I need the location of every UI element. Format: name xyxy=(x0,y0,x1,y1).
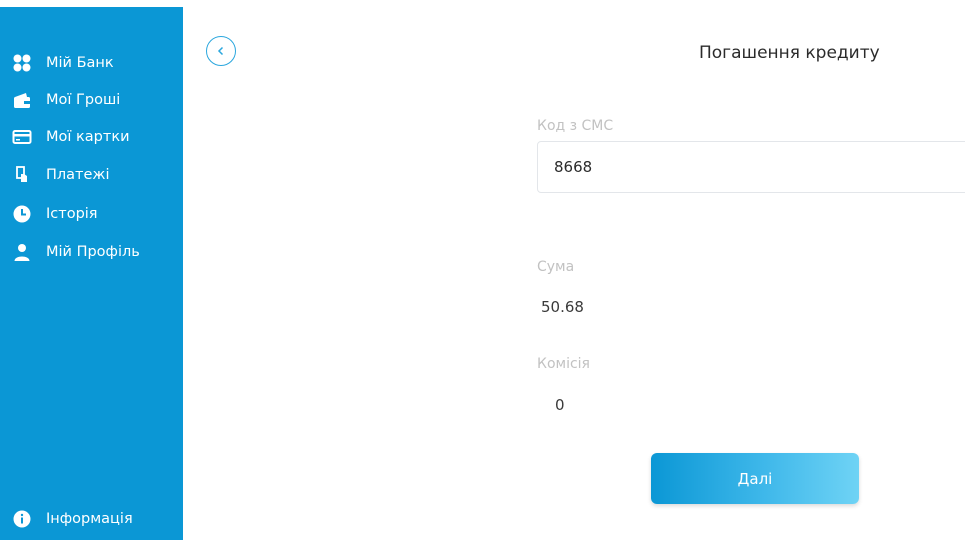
sms-code-label: Код з СМС xyxy=(537,118,614,134)
sidebar-item-label: Історія xyxy=(46,206,98,222)
sidebar-item-my-profile[interactable]: Мій Профіль xyxy=(12,240,140,264)
clock-icon xyxy=(12,204,32,224)
sidebar-item-label: Платежі xyxy=(46,167,110,183)
sidebar-item-label: Інформація xyxy=(46,511,133,527)
sidebar-item-label: Мій Банк xyxy=(46,55,114,71)
fee-value: 0 xyxy=(555,396,565,414)
back-button[interactable] xyxy=(206,36,236,66)
wallet-icon xyxy=(12,90,32,110)
sidebar-item-payments[interactable]: Платежі xyxy=(12,163,110,187)
sidebar-item-label: Мої картки xyxy=(46,129,130,145)
sidebar-item-my-bank[interactable]: Мій Банк xyxy=(12,51,114,75)
next-button[interactable]: Далі xyxy=(651,453,859,504)
sidebar-item-label: Мій Профіль xyxy=(46,244,140,260)
amount-value: 50.68 xyxy=(541,298,584,316)
sidebar-item-my-cards[interactable]: Мої картки xyxy=(12,125,130,149)
sidebar-item-my-money[interactable]: Мої Гроші xyxy=(12,88,120,112)
page-title: Погашення кредиту xyxy=(699,43,880,63)
payment-hand-icon xyxy=(12,165,32,185)
sidebar-item-history[interactable]: Історія xyxy=(12,202,98,226)
amount-label: Сума xyxy=(537,259,575,275)
sidebar-item-label: Мої Гроші xyxy=(46,92,121,108)
dashboard-icon xyxy=(12,53,32,73)
info-icon xyxy=(12,509,32,529)
user-icon xyxy=(12,242,32,262)
sidebar: Мій Банк Мої Гроші Мої картки Платежі Іс… xyxy=(0,7,183,540)
sidebar-item-information[interactable]: Інформація xyxy=(12,507,133,531)
credit-card-icon xyxy=(12,127,32,147)
fee-label: Комісія xyxy=(537,356,590,372)
sms-code-input[interactable] xyxy=(537,141,965,193)
chevron-left-icon xyxy=(215,42,227,61)
